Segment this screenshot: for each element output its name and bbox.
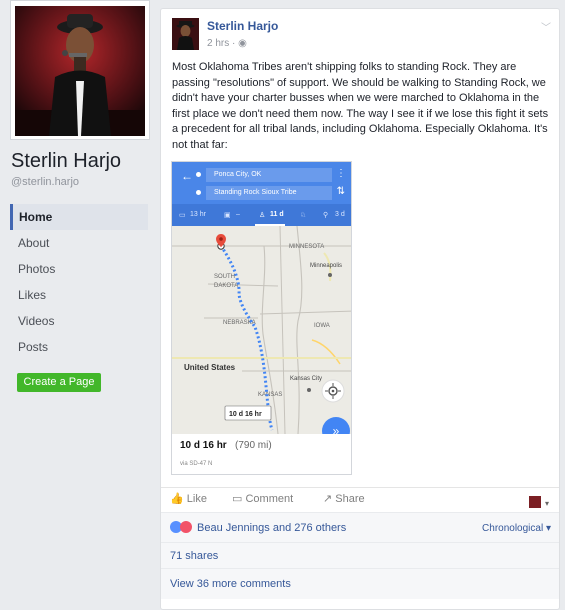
view-more-comments[interactable]: View 36 more comments (170, 578, 291, 590)
bike-icon[interactable]: ⚲ (323, 211, 328, 219)
back-arrow-icon[interactable]: ← (181, 169, 193, 183)
create-page-button[interactable]: Create a Page (17, 373, 101, 392)
comment-icon: ▭ (232, 493, 243, 505)
love-reaction-icon[interactable] (180, 521, 192, 533)
share-label: Share (335, 493, 365, 505)
reactions-summary: Beau Jennings and 276 others Chronologic… (161, 512, 559, 543)
small-chevron-icon: ▾ (544, 499, 549, 508)
profile-photo-illustration (15, 6, 145, 136)
map-canvas[interactable]: MINNESOTA Minneapolis SOUTH DAKOTA NEBRA… (172, 225, 351, 445)
route-time-label: 10 d 16 hr (229, 411, 262, 418)
tab-transit-time[interactable]: – (236, 211, 240, 218)
person-icon[interactable]: ♘ (300, 211, 306, 219)
shares-summary: 71 shares (161, 542, 559, 568)
author-avatar[interactable] (172, 18, 199, 50)
destination-field[interactable]: Standing Rock Sioux Tribe (206, 186, 332, 200)
dropdown-arrow-icon: ▾ (545, 523, 551, 534)
nav-item-home[interactable]: Home (10, 204, 148, 230)
post-actions: 👍 Like ▭ Comment ↗ Share ▾ (161, 487, 559, 508)
swap-icon[interactable]: ⇅ (337, 186, 345, 197)
more-options-icon[interactable]: ⋮ (336, 168, 346, 179)
small-avatar (528, 495, 541, 508)
post-author[interactable]: Sterlin Harjo (207, 19, 278, 33)
share-button[interactable]: ↗ Share (323, 492, 365, 505)
shares-count[interactable]: 71 shares (170, 550, 218, 562)
share-icon: ↗ (323, 493, 333, 505)
nav-item-videos[interactable]: Videos (10, 308, 148, 334)
route-summary[interactable]: 10 d 16 hr (790 mi) via SD-47 N (172, 434, 351, 474)
thumb-up-icon: 👍 (170, 493, 184, 505)
car-icon[interactable]: ▭ (179, 211, 186, 219)
summary-via: via SD-47 N (180, 461, 213, 467)
label-south: SOUTH (214, 274, 235, 280)
map-illustration: MINNESOTA Minneapolis SOUTH DAKOTA NEBRA… (172, 225, 351, 435)
like-button[interactable]: 👍 Like (170, 492, 207, 505)
page-name[interactable]: Sterlin Harjo (11, 150, 121, 173)
comments-summary: View 36 more comments (161, 568, 559, 599)
chevron-down-icon[interactable]: ﹀ (541, 19, 551, 34)
walk-icon[interactable]: ♙ (259, 211, 265, 219)
nav-item-about[interactable]: About (10, 230, 148, 256)
profile-picture-frame[interactable] (10, 0, 150, 140)
label-kansas-city: Kansas City (290, 376, 322, 382)
comment-label: Comment (245, 493, 294, 505)
nav-item-posts[interactable]: Posts (10, 334, 148, 360)
map-attachment[interactable]: ← Ponca City, OK Standing Rock Sioux Tri… (171, 161, 352, 475)
reactions-text[interactable]: Beau Jennings and 276 others (197, 522, 346, 534)
page-navigation: Home About Photos Likes Videos Posts (10, 204, 148, 360)
post-card: Sterlin Harjo 2 hrs · ◉ ﹀ Most Oklahoma … (160, 8, 560, 610)
post-text: Most Oklahoma Tribes aren't shipping fol… (172, 61, 549, 151)
profile-switcher[interactable]: ▾ (528, 493, 549, 511)
label-iowa: IOWA (314, 323, 330, 329)
summary-distance: (790 mi) (235, 440, 272, 451)
post-time[interactable]: 2 hrs (207, 38, 229, 49)
label-kansas: KANSAS (258, 392, 282, 398)
nav-item-photos[interactable]: Photos (10, 256, 148, 282)
comment-order-select[interactable]: Chronological ▾ (482, 523, 551, 534)
avatar-illustration (172, 18, 199, 50)
like-label: Like (186, 493, 207, 505)
page-handle: @sterlin.harjo (11, 176, 80, 188)
label-dakota: DAKOTA (214, 283, 238, 289)
origin-field[interactable]: Ponca City, OK (206, 168, 332, 182)
profile-picture[interactable] (15, 6, 145, 136)
origin-dot-icon (196, 172, 201, 177)
comment-button[interactable]: ▭ Comment (232, 492, 293, 505)
destination-dot-icon (196, 190, 201, 195)
post-meta: 2 hrs · ◉ (207, 38, 247, 49)
label-minneapolis: Minneapolis (310, 263, 342, 269)
summary-time: 10 d 16 hr (180, 440, 227, 451)
travel-mode-tabs: ▭ 13 hr ▣ – ♙ 11 d ♘ ⚲ 3 d (172, 204, 351, 226)
comment-order-value: Chronological (482, 523, 544, 534)
globe-icon: ◉ (238, 38, 247, 49)
tab-walk-time[interactable]: 11 d (270, 211, 284, 218)
nav-item-likes[interactable]: Likes (10, 282, 148, 308)
label-united-states: United States (184, 363, 236, 372)
label-minnesota: MINNESOTA (289, 244, 324, 250)
train-icon[interactable]: ▣ (224, 211, 231, 219)
tab-drive-time[interactable]: 13 hr (190, 211, 206, 218)
tab-bike-time[interactable]: 3 d (335, 211, 345, 218)
